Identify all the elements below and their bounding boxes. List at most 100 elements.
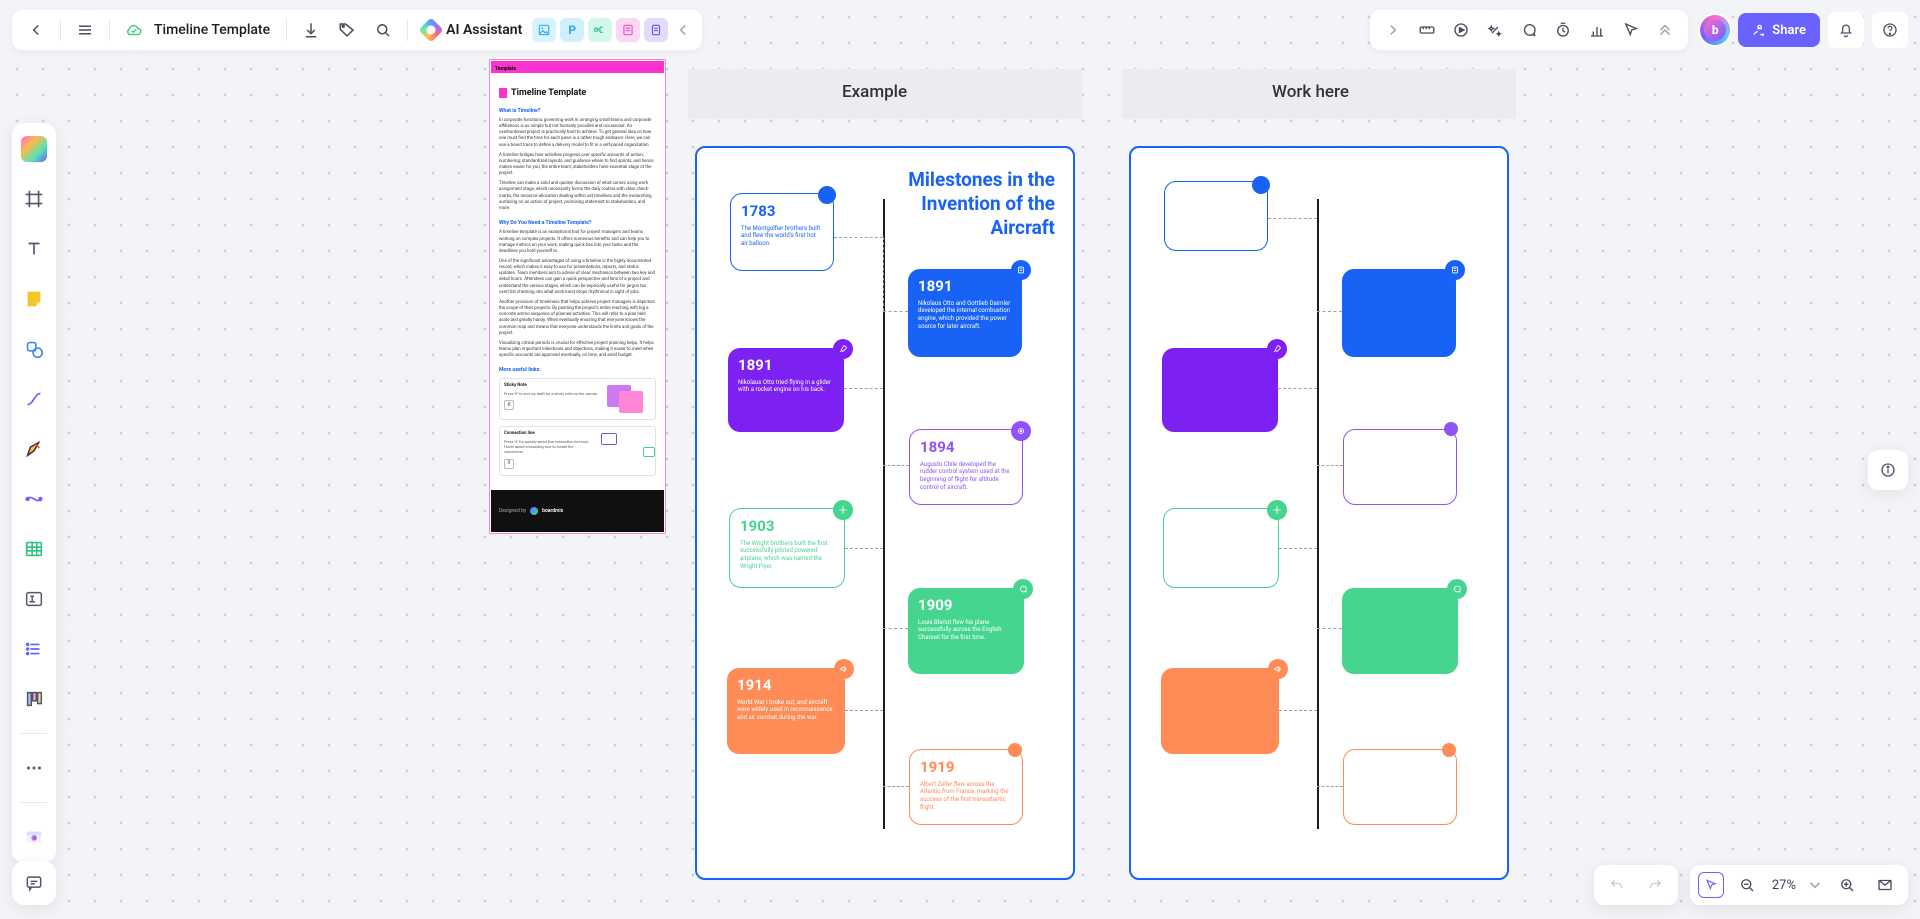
wk-card-4[interactable]	[1343, 429, 1457, 505]
pointer-tool[interactable]	[1614, 10, 1648, 50]
minimap-button[interactable]	[1870, 867, 1900, 903]
target-icon	[1011, 421, 1031, 441]
ai-mindmap-chip[interactable]	[588, 18, 612, 42]
select-mode-button[interactable]	[1698, 872, 1724, 898]
frame-label-work[interactable]: Work here	[1272, 82, 1349, 102]
wk-card-8[interactable]	[1343, 749, 1457, 825]
year-1914: 1914	[737, 676, 835, 696]
user-avatar[interactable]: b	[1700, 15, 1730, 45]
card-1783[interactable]: 1783 The Montgolfier brothers built and …	[730, 193, 834, 271]
card-1891b[interactable]: 1891 Nikolaus Otto tried flying in a gli…	[728, 348, 844, 432]
topbar-left: Timeline Template AI Assistant P	[12, 10, 702, 50]
speech-icon	[1447, 579, 1467, 599]
document-title[interactable]: Timeline Template	[152, 10, 280, 50]
desc-1891a: Nikolaus Otto and Gottlieb Daimler devel…	[918, 300, 1012, 331]
wk-card-6[interactable]	[1342, 588, 1458, 674]
tpl-h2: Why Do You Need a Timeline Template?	[499, 220, 656, 227]
text-tool[interactable]	[18, 233, 50, 265]
redo-button[interactable]	[1640, 867, 1670, 903]
megaphone-icon	[834, 659, 854, 679]
template-info-panel[interactable]: Template Timeline Template What is Timel…	[490, 60, 665, 533]
ai-ppt-chip[interactable]: P	[560, 18, 584, 42]
table-tool[interactable]	[18, 533, 50, 565]
shape-tool[interactable]	[18, 333, 50, 365]
share-button[interactable]: Share	[1738, 13, 1820, 47]
share-label: Share	[1772, 23, 1806, 38]
tag-button[interactable]	[329, 10, 365, 50]
tpl-footer: Designed by boardmix	[491, 490, 664, 532]
comment-tool[interactable]	[1512, 10, 1546, 50]
undo-button[interactable]	[1602, 867, 1632, 903]
presentation-tools	[1370, 10, 1688, 50]
zoom-value[interactable]: 27%	[1770, 878, 1798, 893]
pen-tool[interactable]	[18, 433, 50, 465]
info-button[interactable]	[1868, 450, 1908, 490]
megaphone-icon	[1268, 659, 1288, 679]
zoom-dropdown[interactable]	[1806, 867, 1824, 903]
tpl-card1-title: Sticky Note	[504, 383, 601, 389]
ai-assistant-button[interactable]: AI Assistant	[414, 10, 530, 50]
card-1909[interactable]: 1909 Louis Bleriot flew his plane succes…	[908, 588, 1024, 674]
timer-tool[interactable]	[1546, 10, 1580, 50]
card-1894[interactable]: 1894 Augusto Chile developed the rudder …	[909, 429, 1023, 505]
card-1891a[interactable]: 1891 Nikolaus Otto and Gottlieb Daimler …	[908, 269, 1022, 357]
more-tools[interactable]	[18, 752, 50, 784]
wk-card-5[interactable]	[1163, 508, 1279, 588]
kanban-tool[interactable]	[18, 683, 50, 715]
plane-icon	[1267, 500, 1287, 520]
mindmap-tool[interactable]	[18, 483, 50, 515]
plane-icon	[833, 500, 853, 520]
rocket-icon	[833, 339, 853, 359]
apps-tool[interactable]	[18, 821, 50, 853]
zoom-out-button[interactable]	[1732, 867, 1762, 903]
year-1903: 1903	[740, 517, 834, 537]
tpl-p4: A timeline template is an exceptional to…	[499, 230, 656, 255]
topbar-right: b Share	[1370, 10, 1908, 50]
cluster-prev-button[interactable]	[1376, 10, 1410, 50]
feedback-button[interactable]	[12, 861, 56, 905]
card-1903[interactable]: 1903 The Wright brothers built the first…	[729, 508, 845, 588]
desc-1891b: Nikolaus Otto tried flying in a glider w…	[738, 379, 834, 395]
wk-card-1[interactable]	[1164, 181, 1268, 251]
wk-card-7[interactable]	[1161, 668, 1279, 754]
cluster-more-button[interactable]	[1648, 10, 1682, 50]
text-block-tool[interactable]	[18, 583, 50, 615]
menu-button[interactable]	[67, 10, 103, 50]
card-1914[interactable]: 1914 World War I broke out, and aircraft…	[727, 668, 845, 754]
ai-doc-chip[interactable]	[644, 18, 668, 42]
tpl-footer-label: Designed by	[499, 508, 526, 514]
ruler-tool[interactable]	[1410, 10, 1444, 50]
frame-tool[interactable]	[18, 183, 50, 215]
tpl-p3: Timeline can make a solid and quicker di…	[499, 181, 656, 212]
year-1783: 1783	[741, 202, 823, 222]
wk-card-3[interactable]	[1162, 348, 1278, 432]
ai-form-chip[interactable]	[616, 18, 640, 42]
tpl-card2-text: Press 'X' for quickly wired line connect…	[504, 439, 589, 455]
templates-tool[interactable]	[18, 133, 50, 165]
sparkle-tool[interactable]	[1478, 10, 1512, 50]
left-toolbar	[12, 123, 56, 863]
zoom-in-button[interactable]	[1832, 867, 1862, 903]
play-button[interactable]	[1444, 10, 1478, 50]
frame-label-example[interactable]: Example	[842, 82, 907, 102]
wk-card-2[interactable]	[1342, 269, 1456, 357]
template-ribbon: Template	[491, 61, 664, 73]
chip-prev-button[interactable]	[670, 10, 696, 50]
help-button[interactable]	[1872, 12, 1908, 48]
sticky-note-tool[interactable]	[18, 283, 50, 315]
desc-1894: Augusto Chile developed the rudder contr…	[920, 461, 1012, 492]
timeline-title[interactable]: Milestones in the Invention of the Aircr…	[860, 168, 1055, 239]
tpl-card1-text: Press 'R' to end my draft for a sticky n…	[504, 391, 598, 396]
download-button[interactable]	[293, 10, 329, 50]
ai-image-chip[interactable]	[532, 18, 556, 42]
back-button[interactable]	[18, 10, 54, 50]
badge-icon	[1445, 260, 1465, 280]
notifications-button[interactable]	[1828, 12, 1864, 48]
list-tool[interactable]	[18, 633, 50, 665]
desc-1909: Louis Bleriot flew his plane successfull…	[918, 619, 1014, 642]
chart-tool[interactable]	[1580, 10, 1614, 50]
search-button[interactable]	[365, 10, 401, 50]
view-panel: 27%	[1690, 865, 1908, 905]
connector-tool[interactable]	[18, 383, 50, 415]
card-1919[interactable]: 1919 Albert Zeller flew across the Atlan…	[909, 749, 1023, 825]
